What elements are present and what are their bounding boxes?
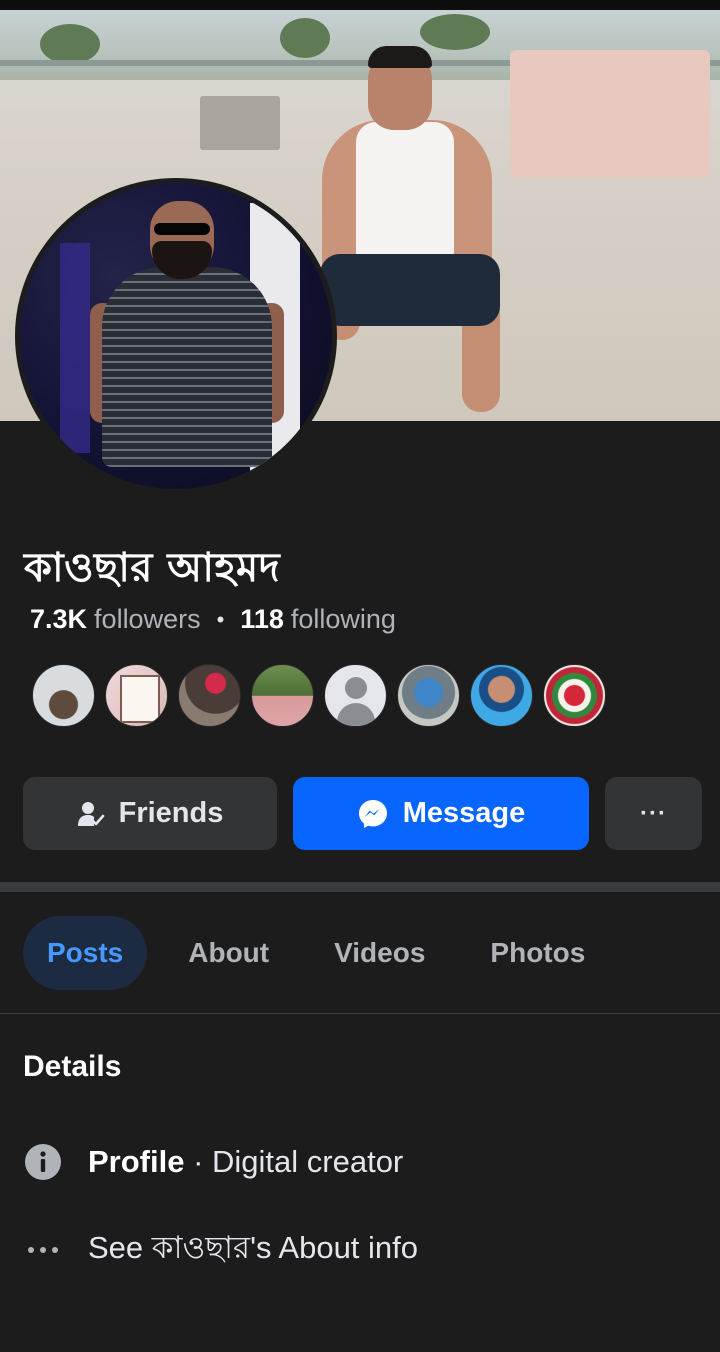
cover-person-vest [356,122,454,262]
followers-count[interactable]: 7.3K [30,604,87,635]
profile-category: Profile · Digital creator [88,1144,403,1180]
avatar-sunglasses [154,223,210,235]
following-label[interactable]: following [291,604,396,635]
cover-concrete-block [200,96,280,150]
followers-label[interactable]: followers [94,604,201,635]
friend-avatar-6[interactable] [397,664,460,727]
detail-about-row[interactable]: See কাওছার's About info [23,1224,418,1276]
avatar-shirt [102,267,272,467]
cover-tree [40,24,100,64]
profile-category-value: · Digital creator [184,1144,404,1179]
tab-posts[interactable]: Posts [23,916,148,990]
friend-avatar-4[interactable] [251,664,314,727]
friend-avatar-8[interactable] [543,664,606,727]
friend-avatar-3[interactable] [178,664,241,727]
profile-photo [20,183,332,489]
cover-tree [280,18,330,58]
cover-person-hair [368,46,432,68]
friends-button-label: Friends [118,797,224,829]
message-button-label: Message [402,797,526,829]
cover-person-shorts [320,254,500,326]
tab-videos[interactable]: Videos [310,916,449,990]
more-dots-icon: ··· [640,799,667,827]
messenger-icon [357,798,389,830]
tabs-divider [0,1013,720,1014]
more-options-button[interactable]: ··· [605,777,702,850]
mutual-friends-row [32,664,606,727]
friend-avatar-2[interactable] [105,664,168,727]
status-strip [0,0,720,10]
about-info-link[interactable]: See কাওছার's About info [88,1224,418,1276]
friend-avatar-5-default[interactable] [324,664,387,727]
info-icon [23,1142,63,1182]
following-count[interactable]: 118 [240,604,284,635]
tab-about[interactable]: About [164,916,293,990]
more-dots-icon [23,1230,63,1270]
message-button[interactable]: Message [293,777,589,850]
section-divider [0,882,720,892]
friend-avatar-1[interactable] [32,664,95,727]
tab-photos[interactable]: Photos [466,916,609,990]
friends-check-icon [77,800,105,828]
profile-name: কাওছার আহমদ [24,545,281,591]
details-heading: Details [23,1050,122,1083]
follow-stats: 7.3K followers • 118 following [30,604,396,635]
profile-category-label: Profile [88,1144,185,1179]
cover-tree [420,14,490,50]
stats-separator: • [216,606,225,632]
detail-profile-row: Profile · Digital creator [23,1142,403,1182]
cover-bench [510,50,710,178]
profile-avatar[interactable] [15,178,337,494]
friends-button[interactable]: Friends [23,777,277,850]
profile-tabs: Posts About Videos Photos [23,916,609,990]
avatar-bg-light [60,243,90,453]
friend-avatar-7[interactable] [470,664,533,727]
